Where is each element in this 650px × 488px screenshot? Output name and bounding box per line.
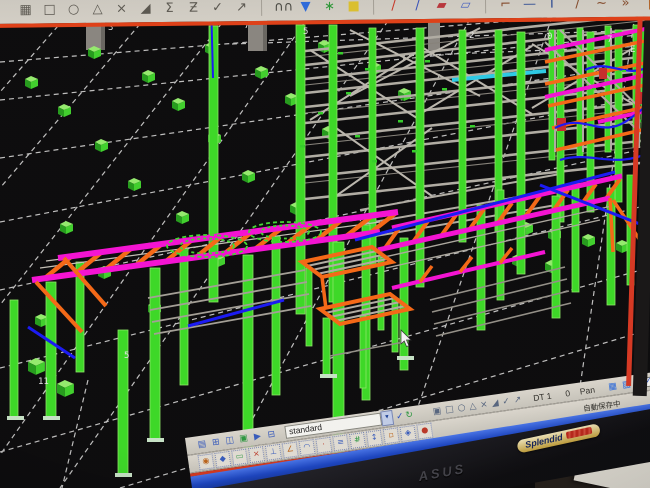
monitor-photo: 3 7 5 2 0 7 E 11 5 ▦□○△×◢ΣƵ✓↗∩∩▼∗■∕∕▰▱⌐—… — [0, 0, 650, 488]
snap-angle-icon[interactable]: ∠ — [282, 442, 299, 459]
beam-curve-icon[interactable]: ∼ — [594, 0, 609, 11]
snap-line-icon[interactable]: ≡ — [332, 434, 349, 451]
mode-label: Pan — [579, 384, 595, 396]
snap-free-icon[interactable]: ▫ — [383, 427, 400, 444]
snap-end-icon[interactable]: ● — [416, 423, 433, 440]
view-grid-icon[interactable]: ⊟ — [265, 428, 279, 442]
view-fly-icon[interactable]: ▶ — [251, 430, 265, 444]
intermediate-beams[interactable] — [148, 270, 311, 334]
sigma-tool-icon[interactable]: Σ — [162, 2, 177, 16]
pen-red-icon[interactable]: ∕ — [386, 0, 401, 13]
mini-circle-icon[interactable]: ○ — [457, 402, 466, 413]
triangle-tool-icon[interactable]: △ — [90, 3, 105, 17]
corner-tool-icon[interactable]: ◢ — [138, 2, 153, 16]
beam-line-icon[interactable]: — — [522, 0, 537, 12]
pen-blue-icon[interactable]: ∕ — [410, 0, 425, 13]
grid-label: 0 — [547, 32, 552, 42]
snap-center-icon[interactable]: ◈ — [400, 425, 417, 442]
snap-reference-icon[interactable]: ◉ — [198, 453, 215, 470]
beam-slash-icon[interactable]: ∕ — [570, 0, 585, 11]
view-status-label: DT 1 — [533, 390, 552, 402]
toolbar-separator — [485, 0, 486, 13]
zeta-tool-icon[interactable]: Ƶ — [186, 2, 201, 16]
mini-arrow-icon[interactable]: ↗ — [513, 394, 522, 405]
grid-label: 5 — [303, 27, 308, 37]
mini-rect-icon[interactable]: □ — [445, 404, 455, 415]
cross-tool-icon[interactable]: × — [114, 2, 129, 16]
snap-geometry-icon[interactable]: ◆ — [214, 451, 231, 468]
apply-check-icon[interactable]: ✓ — [395, 410, 404, 422]
mini-check-icon[interactable]: ✓ — [502, 396, 511, 407]
snap-point-icon[interactable]: · — [315, 437, 332, 454]
save-icon[interactable]: ▦ — [606, 380, 620, 394]
snap-grid-icon[interactable]: # — [349, 432, 366, 449]
toolbar-separator — [261, 0, 262, 16]
beam-double-icon[interactable]: » — [618, 0, 633, 11]
select-area-icon[interactable]: ▦ — [18, 3, 33, 17]
beam-poly-icon[interactable]: Γ — [546, 0, 561, 12]
toolbar-separator — [373, 0, 374, 15]
grid-label: 7 — [607, 35, 612, 45]
grid-label: 11 — [38, 377, 49, 387]
mini-select-icon[interactable]: ▣ — [432, 406, 442, 417]
view-render-icon[interactable]: ▣ — [237, 432, 251, 446]
marker-red-icon[interactable]: ▰ — [434, 0, 449, 13]
view-list-icon[interactable]: ▤ — [195, 437, 209, 451]
monitor-brand-logo: ASUS — [418, 461, 467, 484]
yellow-swatch-icon[interactable]: ■ — [346, 0, 361, 14]
grid-label: 2 — [469, 31, 474, 41]
binoculars-icon[interactable]: ∩∩ — [274, 1, 289, 15]
circle-tool-icon[interactable]: ○ — [66, 3, 81, 17]
check-tool-icon[interactable]: ✓ — [210, 1, 225, 15]
rect-tool-icon[interactable]: □ — [42, 3, 57, 17]
snap-tree-icon[interactable]: ∗ — [322, 0, 337, 14]
mini-triangle-icon[interactable]: △ — [469, 401, 477, 412]
grid-label: E — [630, 45, 635, 55]
selection-count: 0 — [565, 388, 571, 399]
snap-vertical-icon[interactable]: ↕ — [366, 430, 383, 447]
view-camera-icon[interactable]: ◫ — [223, 434, 237, 448]
grid-label: 5 — [124, 351, 129, 361]
view-new-icon[interactable]: ⊞ — [209, 435, 223, 449]
snap-tangent-icon[interactable]: ◠ — [299, 439, 316, 456]
arrow-ne-icon[interactable]: ↗ — [234, 1, 249, 15]
mini-corner-icon[interactable]: ◢ — [491, 398, 499, 409]
snap-nearest-icon[interactable]: ▭ — [231, 449, 248, 466]
beam-end-icon[interactable]: | — [642, 0, 650, 11]
swatch-blue-icon[interactable]: ▱ — [458, 0, 473, 13]
refresh-icon[interactable]: ↻ — [405, 409, 414, 421]
sticker-red-text — [566, 427, 593, 439]
filter-funnel-icon[interactable]: ▼ — [298, 0, 313, 14]
snap-perpendicular-icon[interactable]: ⊥ — [265, 444, 282, 461]
mini-cross-icon[interactable]: × — [480, 399, 489, 410]
snap-intersection-icon[interactable]: × — [248, 446, 265, 463]
beam-corner-icon[interactable]: ⌐ — [498, 0, 513, 12]
chevron-down-icon[interactable]: ▾ — [380, 410, 394, 427]
